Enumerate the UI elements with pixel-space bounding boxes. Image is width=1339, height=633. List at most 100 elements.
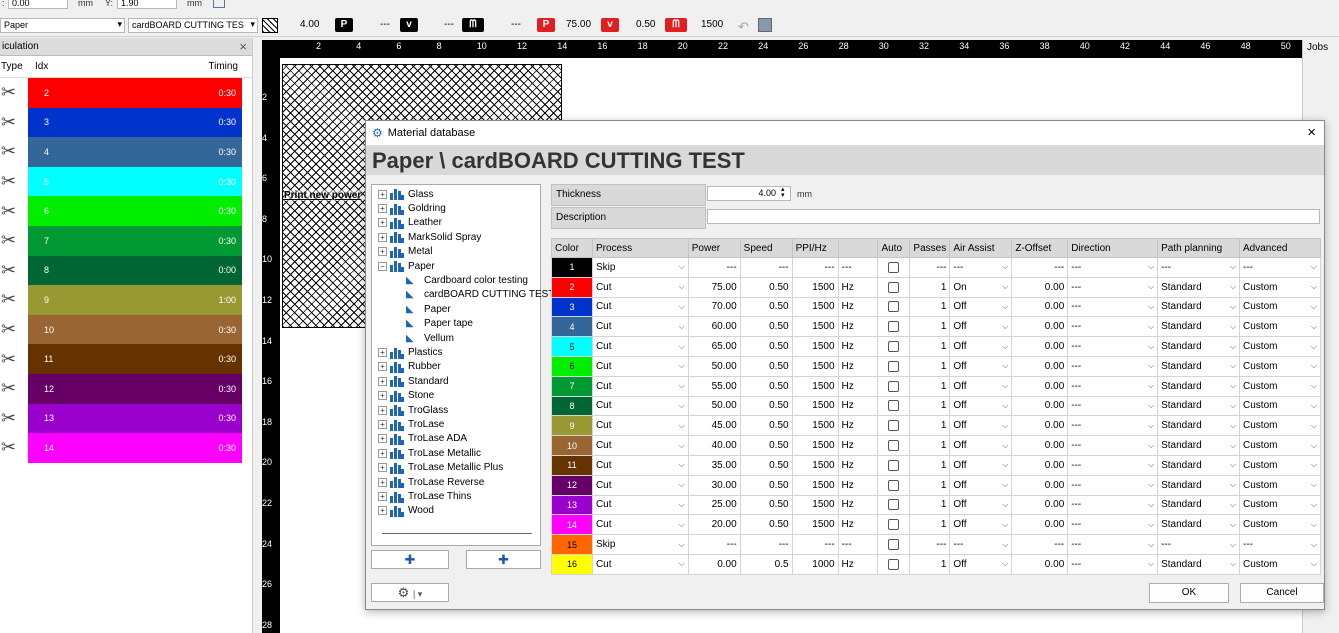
passes-cell[interactable]: 1 [909,514,951,536]
z-offset-cell[interactable]: 0.00 [1011,514,1069,536]
ppi-cell[interactable]: 1500 [791,494,839,516]
save-icon[interactable] [758,18,772,32]
z-offset-cell[interactable]: 0.00 [1011,375,1069,397]
layer-row[interactable]: ✂ 5 0:30 [0,166,252,197]
layer-color-cell[interactable]: 10 0:30 [28,314,242,345]
auto-cell[interactable] [877,534,911,555]
passes-cell[interactable]: 1 [909,474,951,496]
air-assist-cell[interactable]: Off ⌵ [949,454,1013,476]
passes-cell[interactable]: --- [909,257,951,278]
z-offset-cell[interactable]: 0.00 [1011,494,1069,516]
advanced-cell[interactable]: Custom ⌵ [1239,395,1321,417]
power-cell[interactable]: 65.00 [687,336,741,357]
speed-cell[interactable]: 0.5 [739,553,793,575]
tree-node[interactable]: + Standard [378,374,449,388]
process-cell[interactable]: Cut ⌵ [591,296,689,318]
z-offset-cell[interactable]: 0.00 [1011,435,1069,456]
advanced-cell[interactable]: Custom ⌵ [1239,454,1321,476]
power-cell[interactable]: 30.00 [687,474,741,496]
tree-node[interactable]: + TroLase Thins [378,489,471,503]
thickness-input[interactable]: 4.00 [707,186,791,201]
process-cell[interactable]: Cut ⌵ [591,553,689,575]
ppi-cell[interactable]: 1500 [791,435,839,456]
power-cell[interactable]: 35.00 [687,454,741,476]
auto-checkbox[interactable] [888,459,900,471]
layer-color-cell[interactable]: 2 0:30 [28,78,242,108]
advanced-cell[interactable]: Custom ⌵ [1239,415,1321,437]
expand-icon[interactable]: + [378,448,387,458]
direction-cell[interactable]: --- ⌵ [1067,534,1159,555]
process-cell[interactable]: Cut ⌵ [591,395,689,417]
advanced-cell[interactable]: Custom ⌵ [1239,355,1321,377]
speed-cell[interactable]: --- [739,534,793,555]
auto-cell[interactable] [877,375,911,397]
ppi-cell[interactable]: 1500 [791,454,839,476]
auto-checkbox[interactable] [888,420,900,432]
path-planning-cell[interactable]: Standard ⌵ [1157,336,1241,357]
auto-checkbox[interactable] [888,558,900,570]
auto-cell[interactable] [877,276,911,298]
ppi-cell[interactable]: --- [791,534,839,555]
expand-icon[interactable]: + [378,218,387,228]
table-row[interactable]: 15 Skip ⌵ --- --- --- --- --- --- ⌵ --- --- ⌵ --- ⌵ ---… [551,534,1321,555]
ppi-cell[interactable]: 1500 [791,395,839,417]
table-row[interactable]: 5 Cut ⌵ 65.00 0.50 1500 Hz 1 Off ⌵ 0.00 --- ⌵ Standar… [551,336,1321,357]
speed-cell[interactable]: 0.50 [739,336,793,357]
expand-icon[interactable]: + [378,204,387,214]
table-row[interactable]: 8 Cut ⌵ 50.00 0.50 1500 Hz 1 Off ⌵ 0.00 --- ⌵ Standar… [551,395,1321,417]
y-input[interactable]: 1.90 [117,0,177,9]
passes-cell[interactable]: 1 [909,296,951,318]
power-cell[interactable]: 45.00 [687,415,741,437]
advanced-cell[interactable]: Custom ⌵ [1239,553,1321,575]
collapse-icon[interactable]: − [378,261,387,271]
ok-button[interactable]: OK [1149,583,1229,603]
direction-cell[interactable]: --- ⌵ [1067,336,1159,357]
auto-checkbox[interactable] [888,261,900,273]
process-cell[interactable]: Cut ⌵ [591,336,689,357]
speed-cell[interactable]: 0.50 [739,276,793,298]
layer-color-cell[interactable]: 8 0:00 [28,255,242,286]
z-offset-cell[interactable]: 0.00 [1011,474,1069,496]
direction-cell[interactable]: --- ⌵ [1067,494,1159,516]
auto-cell[interactable] [877,435,911,456]
direction-cell[interactable]: --- ⌵ [1067,514,1159,536]
process-cell[interactable]: Skip ⌵ [591,534,689,555]
power-cell[interactable]: 70.00 [687,296,741,318]
expand-icon[interactable]: + [378,247,387,257]
z-offset-cell[interactable]: 0.00 [1011,415,1069,437]
advanced-cell[interactable]: Custom ⌵ [1239,296,1321,318]
speed-cell[interactable]: 0.50 [739,454,793,476]
path-planning-cell[interactable]: Standard ⌵ [1157,494,1241,516]
table-row[interactable]: 6 Cut ⌵ 50.00 0.50 1500 Hz 1 Off ⌵ 0.00 --- ⌵ Standar… [551,355,1321,377]
expand-icon[interactable]: + [378,362,387,372]
layer-row[interactable]: ✂ 7 0:30 [0,225,252,256]
tree-node[interactable]: + Stone [378,389,434,403]
passes-cell[interactable]: 1 [909,336,951,357]
air-assist-cell[interactable]: Off ⌵ [949,296,1013,318]
passes-cell[interactable]: 1 [909,276,951,298]
auto-cell[interactable] [877,316,911,338]
air-assist-cell[interactable]: Off ⌵ [949,494,1013,516]
air-assist-cell[interactable]: Off ⌵ [949,355,1013,377]
layer-color-cell[interactable]: 4 0:30 [28,137,242,167]
z-offset-cell[interactable]: 0.00 [1011,553,1069,575]
speed-cell[interactable]: 0.50 [739,415,793,437]
layer-row[interactable]: ✂ 11 0:30 [0,344,252,374]
air-assist-cell[interactable]: Off ⌵ [949,415,1013,437]
layer-row[interactable]: ✂ 2 0:30 [0,78,252,108]
passes-cell[interactable]: 1 [909,435,951,456]
ppi-cell[interactable]: 1500 [791,355,839,377]
auto-cell[interactable] [877,514,911,536]
process-cell[interactable]: Cut ⌵ [591,474,689,496]
layer-row[interactable]: ✂ 6 0:30 [0,196,252,226]
description-input[interactable] [707,209,1320,224]
auto-cell[interactable] [877,474,911,496]
tree-node[interactable]: ◣ Cardboard color testing [406,273,528,287]
passes-cell[interactable]: 1 [909,494,951,516]
ppi-cell[interactable]: 1500 [791,415,839,437]
z-offset-cell[interactable]: --- [1011,534,1069,555]
ppi-cell[interactable]: 1000 [791,553,839,575]
passes-cell[interactable]: 1 [909,316,951,338]
z-offset-cell[interactable]: 0.00 [1011,296,1069,318]
process-cell[interactable]: Cut ⌵ [591,316,689,338]
